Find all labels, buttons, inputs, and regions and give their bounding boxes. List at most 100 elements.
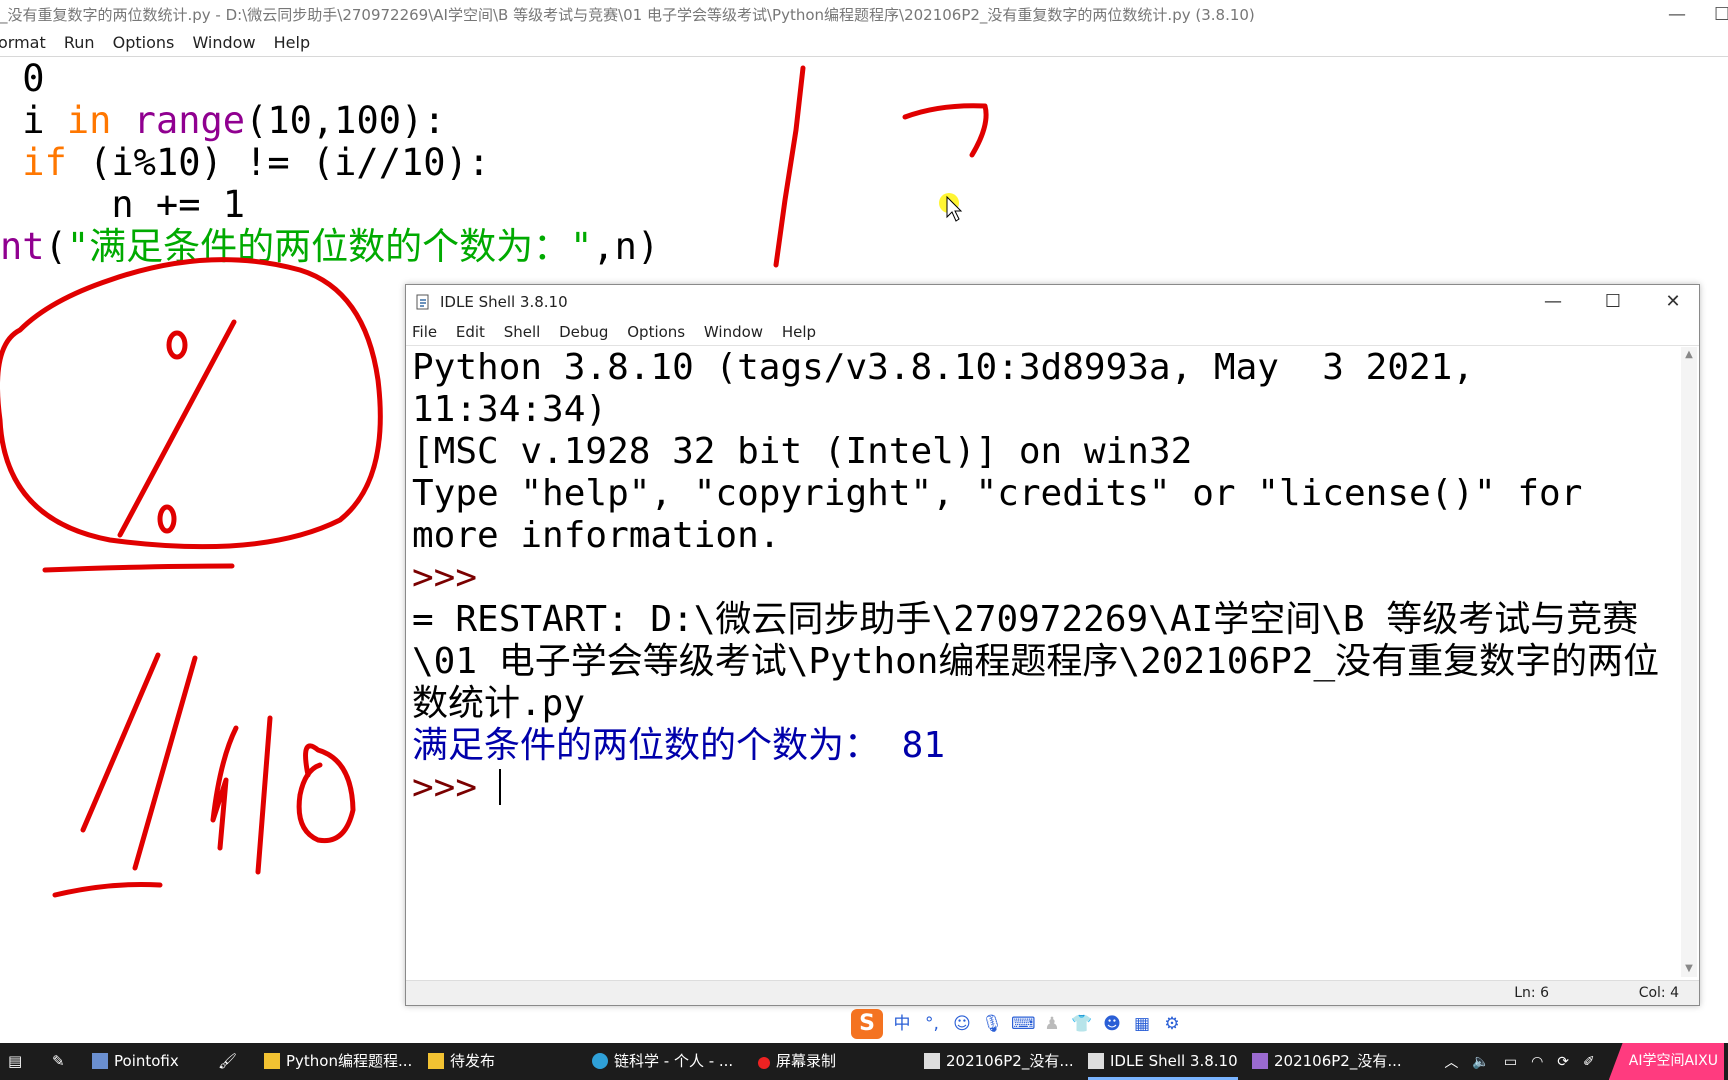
pen-icon[interactable]: ✐ <box>1583 1054 1595 1070</box>
taskbar-folder-pending[interactable]: 待发布 <box>428 1043 495 1080</box>
annotation-ten-zero <box>296 743 356 844</box>
editor-title-bar: _没有重复数字的两位数统计.py - D:\微云同步助手\270972269\A… <box>0 0 1728 30</box>
annotation-ten-one-b <box>255 715 273 875</box>
text-cursor <box>498 769 501 805</box>
status-column: Col: 4 <box>1638 985 1679 1001</box>
sogou-ime-icon[interactable]: S <box>851 1009 883 1039</box>
volume-icon[interactable]: 🔈 <box>1472 1054 1489 1070</box>
code-line: i in range(10,100): <box>0 99 446 142</box>
calculator-icon[interactable]: ▤ <box>8 1043 22 1080</box>
code-line: n += 1 <box>0 183 246 226</box>
emoji-icon[interactable]: ☺ <box>951 1013 973 1035</box>
taskbar-editor-file[interactable]: 202106P2_没有... <box>924 1043 1074 1080</box>
shell-close-button[interactable]: ✕ <box>1650 285 1696 319</box>
shell-menu-debug[interactable]: Debug <box>559 323 608 341</box>
taskbar-file-2[interactable]: 202106P2_没有... <box>1252 1043 1402 1080</box>
keyboard-icon[interactable]: ⌨ <box>1011 1013 1036 1035</box>
paint-icon[interactable]: 🖌 <box>218 1043 237 1080</box>
code-line: if (i%10) != (i//10): <box>22 141 491 184</box>
annotation-underline-1 <box>42 563 235 573</box>
shell-banner-line: Python 3.8.10 (tags/v3.8.10:3d8993a, May… <box>412 347 1496 430</box>
menu-window[interactable]: Window <box>192 33 255 52</box>
scroll-down-icon[interactable]: ▼ <box>1681 961 1697 977</box>
system-tray: ︿ 🔈 ▭ ◠ ⟳ ✐ AI学空间AIXU <box>1444 1043 1728 1080</box>
annotation-ten-one <box>210 725 239 851</box>
shell-prompt: >>> <box>412 767 499 808</box>
taskbar-edge[interactable]: 链科学 - 个人 - ... <box>592 1043 733 1080</box>
code-line: 0 <box>0 57 45 100</box>
shell-menu-window[interactable]: Window <box>704 323 763 341</box>
ime-punct-toggle[interactable]: °, <box>921 1013 943 1035</box>
python-file-icon <box>1088 1053 1104 1069</box>
taskbar-screen-record[interactable]: 屏幕录制 <box>758 1043 836 1080</box>
code-line: nt("满足条件的两位数的个数为：",n) <box>0 225 660 268</box>
editor-title: _没有重复数字的两位数统计.py - D:\微云同步助手\270972269\A… <box>0 6 1255 24</box>
editor-menu-bar: ormat Run Options Window Help <box>0 30 1728 57</box>
apps-grid-icon[interactable]: ▦ <box>1131 1013 1153 1035</box>
shell-minimize-button[interactable]: — <box>1530 285 1576 319</box>
shell-title: IDLE Shell 3.8.10 <box>440 293 568 311</box>
menu-help[interactable]: Help <box>274 33 310 52</box>
editor-code-area[interactable]: 0 i in range(10,100): if (i%10) != (i//1… <box>0 58 659 268</box>
skin-icon[interactable]: 👕 <box>1071 1013 1093 1035</box>
taskbar: ▤ ✎ Pointofix 🖌 Python编程题程... 待发布 链科学 - … <box>0 1043 1728 1080</box>
wifi-icon[interactable]: ◠ <box>1531 1054 1543 1070</box>
annotation-percent-slash <box>117 319 237 538</box>
chevron-up-icon[interactable]: ︿ <box>1444 1052 1458 1072</box>
folder-icon <box>428 1053 444 1069</box>
shell-scrollbar[interactable]: ▲ ▼ <box>1681 347 1697 977</box>
folder-icon <box>264 1053 280 1069</box>
notepad-icon[interactable]: ✎ <box>52 1043 65 1080</box>
robot-icon[interactable]: ☻ <box>1101 1013 1123 1035</box>
user-icon[interactable]: ♟ <box>1041 1013 1063 1035</box>
shell-menu-bar: File Edit Shell Debug Options Window Hel… <box>406 319 1699 346</box>
shell-menu-shell[interactable]: Shell <box>504 323 541 341</box>
shell-banner-line: Type "help", "copyright", "credits" or "… <box>412 473 1605 556</box>
shell-text-area[interactable]: Python 3.8.10 (tags/v3.8.10:3d8993a, May… <box>408 347 1682 977</box>
pointofix-icon <box>92 1053 108 1069</box>
menu-format[interactable]: ormat <box>0 33 46 52</box>
shell-title-bar[interactable]: IDLE Shell 3.8.10 — ☐ ✕ <box>406 285 1699 319</box>
shell-banner-line: [MSC v.1928 32 bit (Intel)] on win32 <box>412 431 1193 472</box>
ime-mode-toggle[interactable]: 中 <box>891 1013 913 1035</box>
shell-menu-help[interactable]: Help <box>782 323 816 341</box>
record-icon <box>758 1057 770 1069</box>
settings-icon[interactable]: ⚙ <box>1161 1013 1183 1035</box>
shell-status-bar: Ln: 6 Col: 4 <box>406 980 1699 1005</box>
edge-icon <box>592 1053 608 1069</box>
shell-program-output: 满足条件的两位数的个数为： 81 <box>412 725 946 766</box>
shell-input-line[interactable]: >>> <box>412 767 1682 809</box>
app-icon <box>1252 1053 1268 1069</box>
annotation-percent-dot-bottom <box>157 504 177 534</box>
cursor-highlight <box>939 193 959 213</box>
annotation-percent-dot-top <box>166 330 188 360</box>
annotation-floordiv-slash-1 <box>80 652 161 833</box>
menu-options[interactable]: Options <box>113 33 175 52</box>
idle-shell-window: IDLE Shell 3.8.10 — ☐ ✕ File Edit Shell … <box>405 284 1700 1006</box>
taskbar-pointofix[interactable]: Pointofix <box>92 1043 179 1080</box>
battery-icon[interactable]: ▭ <box>1504 1054 1517 1070</box>
shell-maximize-button[interactable]: ☐ <box>1590 285 1636 319</box>
menu-run[interactable]: Run <box>64 33 95 52</box>
annotation-seven <box>902 103 989 158</box>
shell-menu-file[interactable]: File <box>412 323 437 341</box>
shell-menu-edit[interactable]: Edit <box>456 323 485 341</box>
mouse-pointer-icon <box>946 195 963 222</box>
annotation-underline-2 <box>52 881 163 898</box>
microphone-icon[interactable]: 🎙 <box>981 1013 1003 1035</box>
taskbar-idle-shell[interactable]: IDLE Shell 3.8.10 <box>1088 1043 1238 1080</box>
annotation-circle <box>0 257 383 550</box>
editor-maximize-button[interactable]: ☐ <box>1714 0 1728 30</box>
taskbar-folder-python[interactable]: Python编程题程... <box>264 1043 412 1080</box>
annotation-vertical-stroke <box>773 65 806 268</box>
sync-icon[interactable]: ⟳ <box>1557 1054 1569 1070</box>
shell-menu-options[interactable]: Options <box>627 323 685 341</box>
ime-toolbar: S 中 °, ☺ 🎙 ⌨ ♟ 👕 ☻ ▦ ⚙ <box>851 1007 1183 1041</box>
python-file-icon <box>416 294 429 310</box>
editor-minimize-button[interactable]: — <box>1668 0 1686 30</box>
scroll-up-icon[interactable]: ▲ <box>1681 347 1697 363</box>
shell-restart-line: = RESTART: D:\微云同步助手\270972269\AI学空间\B 等… <box>412 599 1660 724</box>
shell-prompt: >>> <box>412 557 499 598</box>
status-line: Ln: 6 <box>1514 985 1549 1001</box>
annotation-floordiv-slash-2 <box>132 655 198 871</box>
